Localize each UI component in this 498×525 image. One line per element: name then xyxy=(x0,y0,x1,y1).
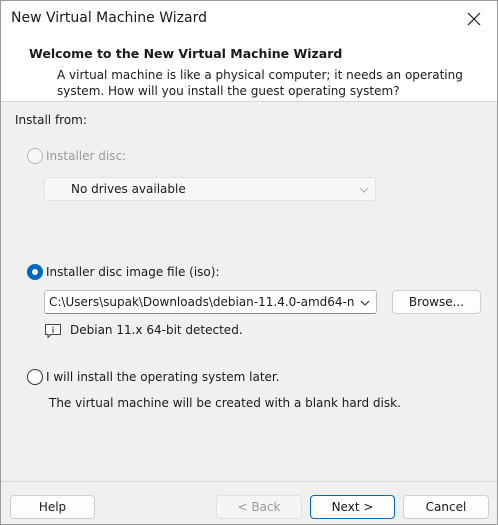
iso-path-value[interactable]: C:\Users\supak\Downloads\debian-11.4.0-a… xyxy=(49,295,355,309)
back-button[interactable]: < Back xyxy=(216,495,302,519)
header-description: A virtual machine is like a physical com… xyxy=(57,68,463,98)
title-bar: New Virtual Machine Wizard xyxy=(1,1,497,37)
iso-radio[interactable] xyxy=(27,264,43,280)
next-button[interactable]: Next > xyxy=(310,495,395,519)
installer-disc-radio[interactable] xyxy=(27,148,43,164)
iso-path-combobox[interactable]: C:\Users\supak\Downloads\debian-11.4.0-a… xyxy=(44,290,377,314)
wizard-header: Welcome to the New Virtual Machine Wizar… xyxy=(1,37,497,102)
chevron-down-icon[interactable] xyxy=(360,299,370,307)
window-title: New Virtual Machine Wizard xyxy=(11,10,207,26)
header-title: Welcome to the New Virtual Machine Wizar… xyxy=(29,46,343,61)
detected-os-text: Debian 11.x 64-bit detected. xyxy=(70,323,243,337)
cancel-button[interactable]: Cancel xyxy=(403,495,489,519)
info-icon xyxy=(45,324,61,338)
close-icon xyxy=(467,12,481,26)
close-button[interactable] xyxy=(451,1,497,37)
help-button[interactable]: Help xyxy=(10,495,95,519)
footer-divider xyxy=(1,481,497,482)
installer-disc-label[interactable]: Installer disc: xyxy=(46,149,126,163)
blank-disk-note: The virtual machine will be created with… xyxy=(49,396,401,410)
browse-button[interactable]: Browse... xyxy=(392,290,481,314)
drive-select[interactable]: No drives available xyxy=(44,177,376,201)
wizard-window: New Virtual Machine Wizard Welcome to th… xyxy=(0,0,498,525)
install-from-label: Install from: xyxy=(15,113,87,127)
iso-option-label[interactable]: Installer disc image file (iso): xyxy=(46,265,219,279)
install-later-label[interactable]: I will install the operating system late… xyxy=(46,370,280,384)
chevron-down-icon xyxy=(359,187,369,193)
drive-select-value: No drives available xyxy=(71,182,186,196)
install-later-radio[interactable] xyxy=(27,369,43,385)
